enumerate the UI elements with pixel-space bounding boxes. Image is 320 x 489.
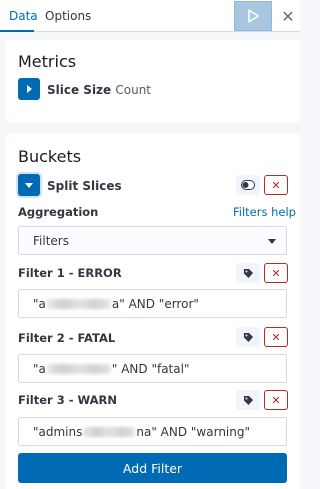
filter-3-label: Filter 3 - WARN bbox=[18, 393, 118, 407]
close-icon: ✕ bbox=[281, 6, 295, 26]
filter-3-label-button[interactable] bbox=[236, 390, 260, 410]
editor-tabbar: Data Options ✕ bbox=[0, 0, 300, 32]
metrics-title: Metrics bbox=[18, 52, 77, 71]
filter-2-label: Filter 2 - FATAL bbox=[18, 331, 116, 345]
filter-1-label-button[interactable] bbox=[236, 263, 260, 283]
tab-data[interactable]: Data bbox=[9, 9, 38, 23]
toggle-icon bbox=[241, 180, 255, 190]
metrics-agg-row: Slice Size Count bbox=[47, 83, 151, 97]
filter-3-query-prefix: "admins bbox=[33, 425, 83, 439]
remove-icon: ✕ bbox=[271, 393, 281, 407]
filter-2-query-suffix: " AND "fatal" bbox=[111, 362, 190, 376]
tag-icon bbox=[243, 332, 253, 342]
filter-1-label: Filter 1 - ERROR bbox=[18, 266, 122, 280]
filter-1-query-prefix: "a bbox=[33, 297, 46, 311]
active-tab-indicator bbox=[0, 30, 34, 32]
add-filter-button[interactable]: Add Filter bbox=[18, 453, 287, 483]
remove-icon: ✕ bbox=[271, 330, 281, 344]
filter-2-remove-button[interactable]: ✕ bbox=[264, 327, 288, 347]
tag-icon bbox=[243, 395, 253, 405]
filter-1-query-suffix: a" AND "error" bbox=[111, 297, 199, 311]
close-button[interactable]: ✕ bbox=[276, 1, 300, 31]
tab-options[interactable]: Options bbox=[45, 9, 91, 23]
redacted-text bbox=[46, 364, 111, 374]
redacted-text bbox=[46, 299, 111, 309]
chevron-down-icon bbox=[25, 183, 33, 188]
filter-3-query-input[interactable]: "admins na" AND "warning" bbox=[18, 417, 287, 446]
filter-1-query-text: "a a" AND "error" bbox=[33, 297, 199, 311]
filter-1-query-input[interactable]: "a a" AND "error" bbox=[18, 289, 287, 318]
filter-2-query-text: "a " AND "fatal" bbox=[33, 362, 189, 376]
buckets-panel: Buckets Split Slices ✕ Aggregation Filte… bbox=[6, 134, 300, 489]
play-icon bbox=[248, 9, 259, 23]
buckets-collapse-button[interactable] bbox=[18, 174, 40, 196]
filter-3-remove-button[interactable]: ✕ bbox=[264, 390, 288, 410]
filter-2-query-input[interactable]: "a " AND "fatal" bbox=[18, 354, 287, 383]
filter-2-label-button[interactable] bbox=[236, 327, 260, 347]
metrics-panel: Metrics Slice Size Count bbox=[6, 40, 300, 122]
metrics-agg-label: Slice Size bbox=[47, 83, 112, 97]
filter-3-query-text: "admins na" AND "warning" bbox=[33, 425, 250, 439]
split-slices-label: Split Slices bbox=[47, 179, 122, 193]
tag-icon bbox=[243, 268, 253, 278]
aggregation-label: Aggregation bbox=[18, 205, 99, 219]
buckets-title: Buckets bbox=[18, 147, 82, 166]
chevron-right-icon bbox=[27, 85, 32, 93]
metrics-expand-button[interactable] bbox=[18, 78, 40, 100]
filter-1-remove-button[interactable]: ✕ bbox=[264, 263, 288, 283]
aggregation-select-value: Filters bbox=[33, 234, 69, 248]
remove-icon: ✕ bbox=[271, 266, 281, 280]
apply-changes-button[interactable] bbox=[234, 1, 272, 31]
remove-agg-button[interactable]: ✕ bbox=[264, 175, 288, 195]
aggregation-select[interactable]: Filters bbox=[18, 226, 287, 255]
metrics-agg-value: Count bbox=[115, 83, 152, 97]
filter-3-query-suffix: na" AND "warning" bbox=[136, 425, 250, 439]
filter-2-query-prefix: "a bbox=[33, 362, 46, 376]
toggle-agg-button[interactable] bbox=[236, 175, 260, 195]
select-caret-icon bbox=[268, 239, 276, 244]
filters-help-link[interactable]: Filters help bbox=[233, 205, 296, 219]
redacted-text bbox=[83, 427, 136, 437]
remove-icon: ✕ bbox=[271, 178, 281, 192]
